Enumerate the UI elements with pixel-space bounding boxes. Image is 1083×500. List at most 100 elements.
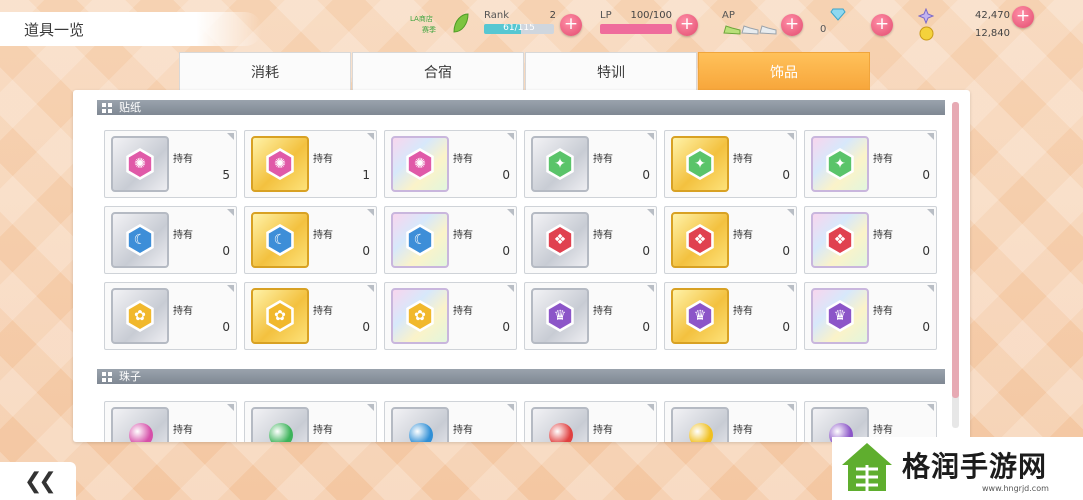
sticker-card[interactable]: ♛ 持有 0 xyxy=(524,282,657,350)
tab-consumables[interactable]: 消耗 xyxy=(179,52,351,90)
event-badge-text: LA商店 xyxy=(410,15,433,23)
bead-thumbnail xyxy=(251,407,309,442)
owned-label: 持有 xyxy=(873,306,893,317)
rank-label: Rank xyxy=(484,10,509,21)
sticker-card[interactable]: ✦ 持有 0 xyxy=(804,130,937,198)
bead-card[interactable]: 持有 xyxy=(104,401,237,442)
sticker-thumbnail: ❖ xyxy=(671,212,729,268)
hexagon-badge-icon: ✺ xyxy=(406,148,434,180)
bead-card[interactable]: 持有 xyxy=(804,401,937,442)
corner-marker xyxy=(787,404,794,411)
scrollbar[interactable] xyxy=(952,102,959,428)
sticker-symbol-icon: ✦ xyxy=(828,151,852,177)
sticker-thumbnail: ☾ xyxy=(391,212,449,268)
watermark-url: www.hngrjd.com xyxy=(982,484,1049,493)
sticker-thumbnail: ✺ xyxy=(111,136,169,192)
sticker-thumbnail: ✺ xyxy=(251,136,309,192)
corner-marker xyxy=(787,209,794,216)
bead-thumbnail xyxy=(391,407,449,442)
tab-training[interactable]: 特训 xyxy=(525,52,697,90)
lp-bar xyxy=(600,24,672,34)
owned-label: 持有 xyxy=(593,306,613,317)
sticker-symbol-icon: ✺ xyxy=(128,151,152,177)
sticker-thumbnail: ✦ xyxy=(671,136,729,192)
lp-value: 100/100 xyxy=(630,10,672,21)
bead-card[interactable]: 持有 xyxy=(664,401,797,442)
corner-marker xyxy=(507,404,514,411)
hexagon-badge-icon: ✿ xyxy=(266,300,294,332)
corner-marker xyxy=(367,285,374,292)
sticker-card[interactable]: ✺ 持有 1 xyxy=(244,130,377,198)
owned-count: 0 xyxy=(782,244,790,258)
owned-count: 0 xyxy=(782,168,790,182)
sticker-card[interactable]: ✺ 持有 0 xyxy=(384,130,517,198)
watermark-text: 格润手游网 xyxy=(902,450,1048,483)
scrollbar-thumb[interactable] xyxy=(952,102,959,398)
currency-plus-button[interactable]: + xyxy=(1012,6,1034,28)
tab-accessories[interactable]: 饰品 xyxy=(698,52,870,90)
corner-marker xyxy=(927,209,934,216)
owned-label: 持有 xyxy=(313,154,333,165)
event-badge[interactable]: LA商店 赛季 xyxy=(408,6,470,46)
sticker-symbol-icon: ♛ xyxy=(828,303,852,329)
sticker-card[interactable]: ❖ 持有 0 xyxy=(804,206,937,274)
sticker-thumbnail: ✺ xyxy=(391,136,449,192)
lp-label: LP xyxy=(600,10,612,21)
owned-count: 5 xyxy=(222,168,230,182)
sticker-card[interactable]: ☾ 持有 0 xyxy=(104,206,237,274)
section-title: 珠子 xyxy=(119,370,141,383)
sticker-card[interactable]: ✦ 持有 0 xyxy=(524,130,657,198)
corner-marker xyxy=(367,133,374,140)
owned-count: 0 xyxy=(222,320,230,334)
diamond-icon xyxy=(830,8,846,21)
sticker-card[interactable]: ☾ 持有 0 xyxy=(244,206,377,274)
corner-marker xyxy=(227,285,234,292)
sticker-thumbnail: ♛ xyxy=(531,288,589,344)
sticker-card[interactable]: ✿ 持有 0 xyxy=(104,282,237,350)
sticker-card[interactable]: ✦ 持有 0 xyxy=(664,130,797,198)
owned-count: 0 xyxy=(502,168,510,182)
rank-plus-button[interactable]: + xyxy=(560,14,582,36)
sticker-symbol-icon: ✦ xyxy=(548,151,572,177)
sticker-symbol-icon: ✺ xyxy=(408,151,432,177)
sticker-thumbnail: ✿ xyxy=(251,288,309,344)
owned-label: 持有 xyxy=(173,154,193,165)
bead-thumbnail xyxy=(111,407,169,442)
sparkle-icon xyxy=(918,8,934,24)
hexagon-badge-icon: ✺ xyxy=(126,148,154,180)
owned-label: 持有 xyxy=(453,230,473,241)
tab-camp[interactable]: 合宿 xyxy=(352,52,524,90)
sticker-card[interactable]: ✿ 持有 0 xyxy=(384,282,517,350)
hexagon-badge-icon: ☾ xyxy=(126,224,154,256)
lp-plus-button[interactable]: + xyxy=(676,14,698,36)
sticker-thumbnail: ❖ xyxy=(811,212,869,268)
sticker-thumbnail: ☾ xyxy=(251,212,309,268)
bead-card[interactable]: 持有 xyxy=(384,401,517,442)
gem-plus-button[interactable]: + xyxy=(871,14,893,36)
sticker-card[interactable]: ✺ 持有 5 xyxy=(104,130,237,198)
sticker-card[interactable]: ❖ 持有 0 xyxy=(664,206,797,274)
sticker-thumbnail: ☾ xyxy=(111,212,169,268)
sticker-card[interactable]: ✿ 持有 0 xyxy=(244,282,377,350)
corner-marker xyxy=(647,404,654,411)
owned-count: 0 xyxy=(922,320,930,334)
corner-marker xyxy=(787,285,794,292)
owned-count: 0 xyxy=(922,168,930,182)
hexagon-badge-icon: ❖ xyxy=(686,224,714,256)
owned-label: 持有 xyxy=(593,230,613,241)
owned-label: 持有 xyxy=(453,425,473,436)
sticker-symbol-icon: ☾ xyxy=(408,227,432,253)
bead-card[interactable]: 持有 xyxy=(524,401,657,442)
sticker-card[interactable]: ♛ 持有 0 xyxy=(804,282,937,350)
bead-card[interactable]: 持有 xyxy=(244,401,377,442)
hexagon-badge-icon: ✿ xyxy=(406,300,434,332)
sticker-thumbnail: ❖ xyxy=(531,212,589,268)
ap-plus-button[interactable]: + xyxy=(781,14,803,36)
hexagon-badge-icon: ✺ xyxy=(266,148,294,180)
owned-count: 0 xyxy=(362,320,370,334)
back-button[interactable]: ❮❮ xyxy=(0,462,76,500)
owned-count: 0 xyxy=(642,320,650,334)
sticker-card[interactable]: ☾ 持有 0 xyxy=(384,206,517,274)
sticker-card[interactable]: ❖ 持有 0 xyxy=(524,206,657,274)
sticker-card[interactable]: ♛ 持有 0 xyxy=(664,282,797,350)
